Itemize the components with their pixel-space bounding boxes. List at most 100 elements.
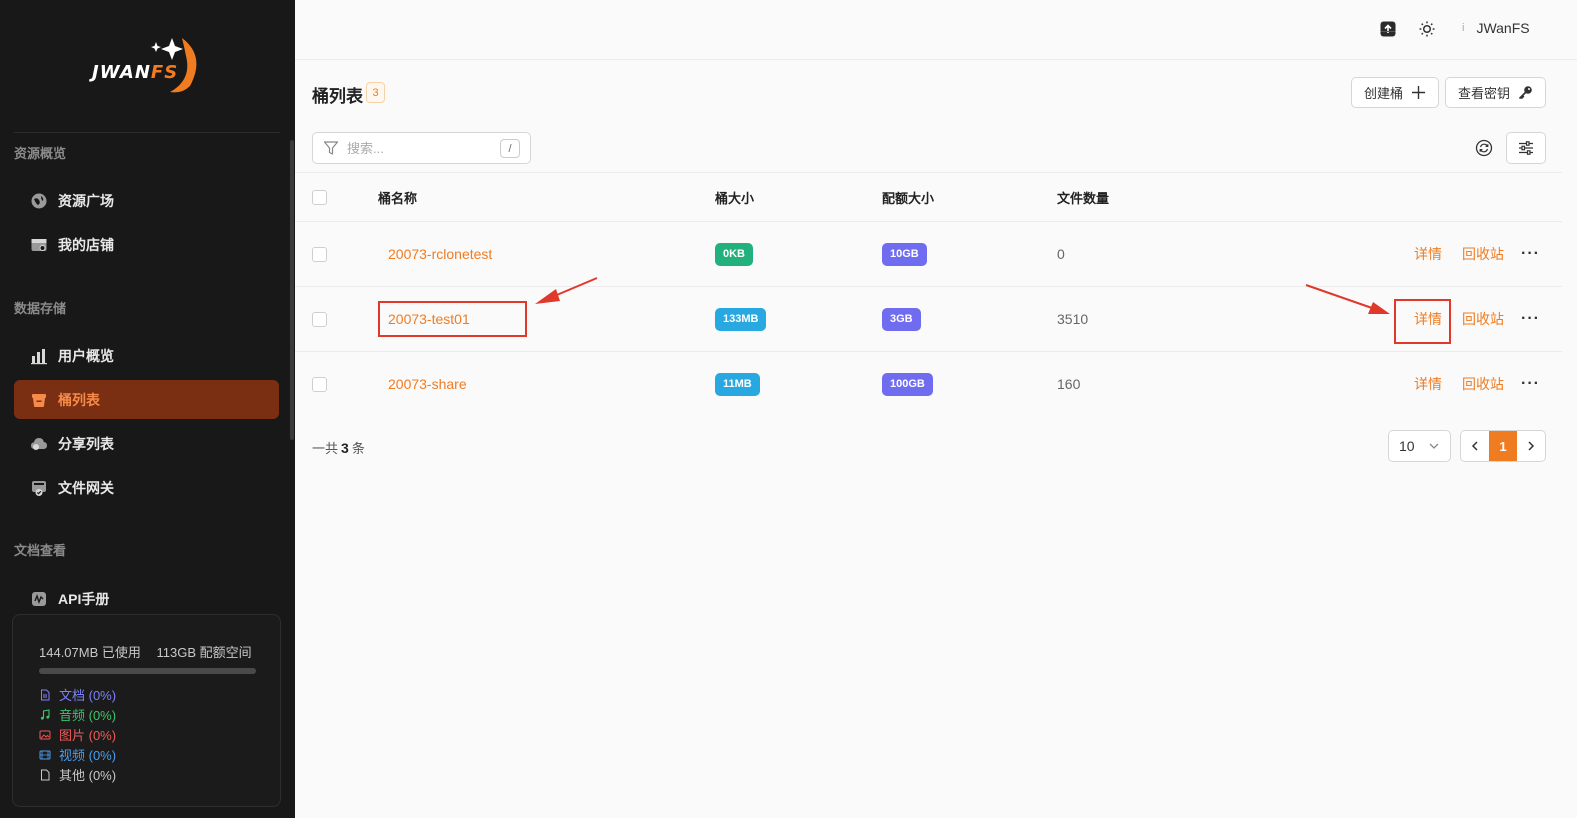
row-checkbox[interactable] bbox=[312, 376, 327, 392]
table-row: 20073-rclonetest 0KB 10GB 0 详情 回收站 ··· bbox=[295, 221, 1562, 286]
bucket-quota-tag: 100GB bbox=[882, 372, 933, 396]
upload-icon[interactable] bbox=[1378, 19, 1398, 39]
bucket-icon bbox=[30, 391, 48, 409]
sidebar-item-label: 桶列表 bbox=[58, 391, 100, 408]
sidebar-item-label: 资源广场 bbox=[58, 192, 114, 209]
section-title-overview: 资源概览 bbox=[14, 146, 67, 161]
search-input[interactable] bbox=[347, 140, 497, 156]
sidebar-item-label: 我的店铺 bbox=[58, 236, 114, 253]
annotation-highlight-detail bbox=[1394, 299, 1451, 344]
create-bucket-button[interactable]: 创建桶 bbox=[1351, 77, 1439, 108]
row-checkbox[interactable] bbox=[312, 311, 327, 327]
bucket-count-badge: 3 bbox=[366, 82, 385, 103]
page-title: 桶列表 bbox=[312, 87, 363, 106]
sidebar-divider bbox=[14, 132, 280, 133]
total-count: 一共 3 条 bbox=[312, 440, 365, 456]
sidebar-item-share-list[interactable]: 分享列表 bbox=[14, 424, 279, 463]
bucket-quota-tag: 10GB bbox=[882, 242, 927, 266]
legend-documents: 文档 (0%) bbox=[39, 685, 116, 704]
filter-icon bbox=[323, 141, 339, 155]
user-avatar: i bbox=[1462, 22, 1465, 34]
column-header-name[interactable]: 桶名称 bbox=[378, 173, 417, 221]
recycle-bin-link[interactable]: 回收站 bbox=[1462, 309, 1504, 329]
column-header-files[interactable]: 文件数量 bbox=[1057, 173, 1109, 221]
sidebar-item-resource-plaza[interactable]: 资源广场 bbox=[14, 181, 279, 220]
sidebar-item-my-store[interactable]: 我的店铺 bbox=[14, 225, 279, 264]
bucket-size-tag: 133MB bbox=[715, 307, 767, 331]
legend-video: 视频 (0%) bbox=[39, 745, 116, 764]
select-all-checkbox[interactable] bbox=[312, 189, 327, 205]
legend-other: 其他 (0%) bbox=[39, 765, 116, 784]
sidebar-item-label: 分享列表 bbox=[58, 435, 114, 452]
logo-text: JWANFS bbox=[92, 62, 179, 83]
theme-toggle-icon[interactable] bbox=[1417, 19, 1437, 39]
table-row: 20073-share 11MB 100GB 160 详情 回收站 ··· bbox=[295, 351, 1562, 416]
sliders-icon bbox=[1519, 141, 1533, 155]
bucket-file-count: 0 bbox=[1057, 246, 1065, 262]
next-page-button[interactable] bbox=[1517, 431, 1545, 461]
page-size-select[interactable]: 10 bbox=[1388, 430, 1451, 462]
legend-audio: 音频 (0%) bbox=[39, 705, 116, 724]
document-icon bbox=[41, 689, 50, 700]
legend-images: 图片 (0%) bbox=[39, 725, 116, 744]
view-keys-button[interactable]: 查看密钥 bbox=[1445, 77, 1546, 108]
detail-link[interactable]: 详情 bbox=[1414, 244, 1442, 264]
sidebar-item-api-manual[interactable]: API手册 bbox=[14, 579, 279, 618]
sidebar: JWANFS 资源概览 资源广场 我的店铺 数据存储 用户概览 桶列表 分享列表 bbox=[0, 0, 295, 818]
refresh-button[interactable] bbox=[1464, 132, 1504, 164]
image-icon bbox=[39, 730, 51, 739]
cloud-share-icon bbox=[30, 435, 48, 453]
sidebar-item-bucket-list[interactable]: 桶列表 bbox=[14, 380, 279, 419]
refresh-icon bbox=[1475, 139, 1493, 157]
page-button-current[interactable]: 1 bbox=[1489, 431, 1517, 461]
column-header-size[interactable]: 桶大小 bbox=[715, 173, 754, 221]
sidebar-item-label: 文件网关 bbox=[58, 479, 114, 496]
user-menu[interactable]: i JWanFS bbox=[1462, 20, 1530, 36]
storage-quota: 113GB 配额空间 bbox=[156, 645, 252, 660]
video-icon bbox=[39, 750, 51, 759]
search-box: / bbox=[312, 132, 531, 164]
column-settings-button[interactable] bbox=[1506, 132, 1546, 164]
chevron-right-icon bbox=[1528, 441, 1535, 451]
key-icon bbox=[1518, 86, 1532, 100]
column-header-quota[interactable]: 配额大小 bbox=[882, 173, 934, 221]
chevron-left-icon bbox=[1471, 441, 1478, 451]
sidebar-item-file-gateway[interactable]: 文件网关 bbox=[14, 468, 279, 507]
section-title-docs: 文档查看 bbox=[14, 543, 67, 558]
recycle-bin-link[interactable]: 回收站 bbox=[1462, 244, 1504, 264]
gateway-icon bbox=[30, 479, 48, 497]
pagination: 1 bbox=[1460, 430, 1546, 462]
bucket-file-count: 160 bbox=[1057, 376, 1081, 392]
row-checkbox[interactable] bbox=[312, 246, 327, 262]
storage-progress-bar bbox=[39, 668, 256, 674]
section-title-storage: 数据存储 bbox=[14, 301, 67, 316]
bucket-size-tag: 0KB bbox=[715, 242, 754, 266]
sidebar-item-label: API手册 bbox=[58, 590, 110, 607]
chevron-down-icon bbox=[1429, 443, 1439, 449]
store-icon bbox=[30, 236, 48, 254]
more-actions-button[interactable]: ··· bbox=[1521, 245, 1540, 263]
bucket-name-link[interactable]: 20073-rclonetest bbox=[388, 246, 492, 262]
recycle-bin-link[interactable]: 回收站 bbox=[1462, 374, 1504, 394]
storage-usage-card: 144.07MB 已使用 113GB 配额空间 文档 (0%) 音频 (0%) … bbox=[12, 614, 281, 807]
file-icon bbox=[41, 769, 50, 780]
bucket-quota-tag: 3GB bbox=[882, 307, 921, 331]
sidebar-item-label: 用户概览 bbox=[58, 347, 114, 364]
annotation-highlight-bucket bbox=[378, 301, 527, 337]
top-bar: i JWanFS bbox=[295, 0, 1577, 60]
api-doc-icon bbox=[30, 590, 48, 608]
sidebar-item-user-overview[interactable]: 用户概览 bbox=[14, 336, 279, 375]
sidebar-scrollbar[interactable] bbox=[290, 140, 294, 440]
bucket-name-link[interactable]: 20073-share bbox=[388, 376, 467, 392]
username: JWanFS bbox=[1476, 20, 1530, 36]
logo[interactable]: JWANFS bbox=[90, 34, 210, 96]
globe-icon bbox=[30, 192, 48, 210]
storage-summary: 144.07MB 已使用 113GB 配额空间 bbox=[39, 642, 264, 661]
detail-link[interactable]: 详情 bbox=[1414, 374, 1442, 394]
music-icon bbox=[40, 708, 50, 720]
plus-icon bbox=[1412, 86, 1425, 99]
more-actions-button[interactable]: ··· bbox=[1521, 375, 1540, 393]
more-actions-button[interactable]: ··· bbox=[1521, 310, 1540, 328]
table-header-row: 桶名称 桶大小 配额大小 文件数量 bbox=[295, 172, 1562, 221]
prev-page-button[interactable] bbox=[1461, 431, 1489, 461]
